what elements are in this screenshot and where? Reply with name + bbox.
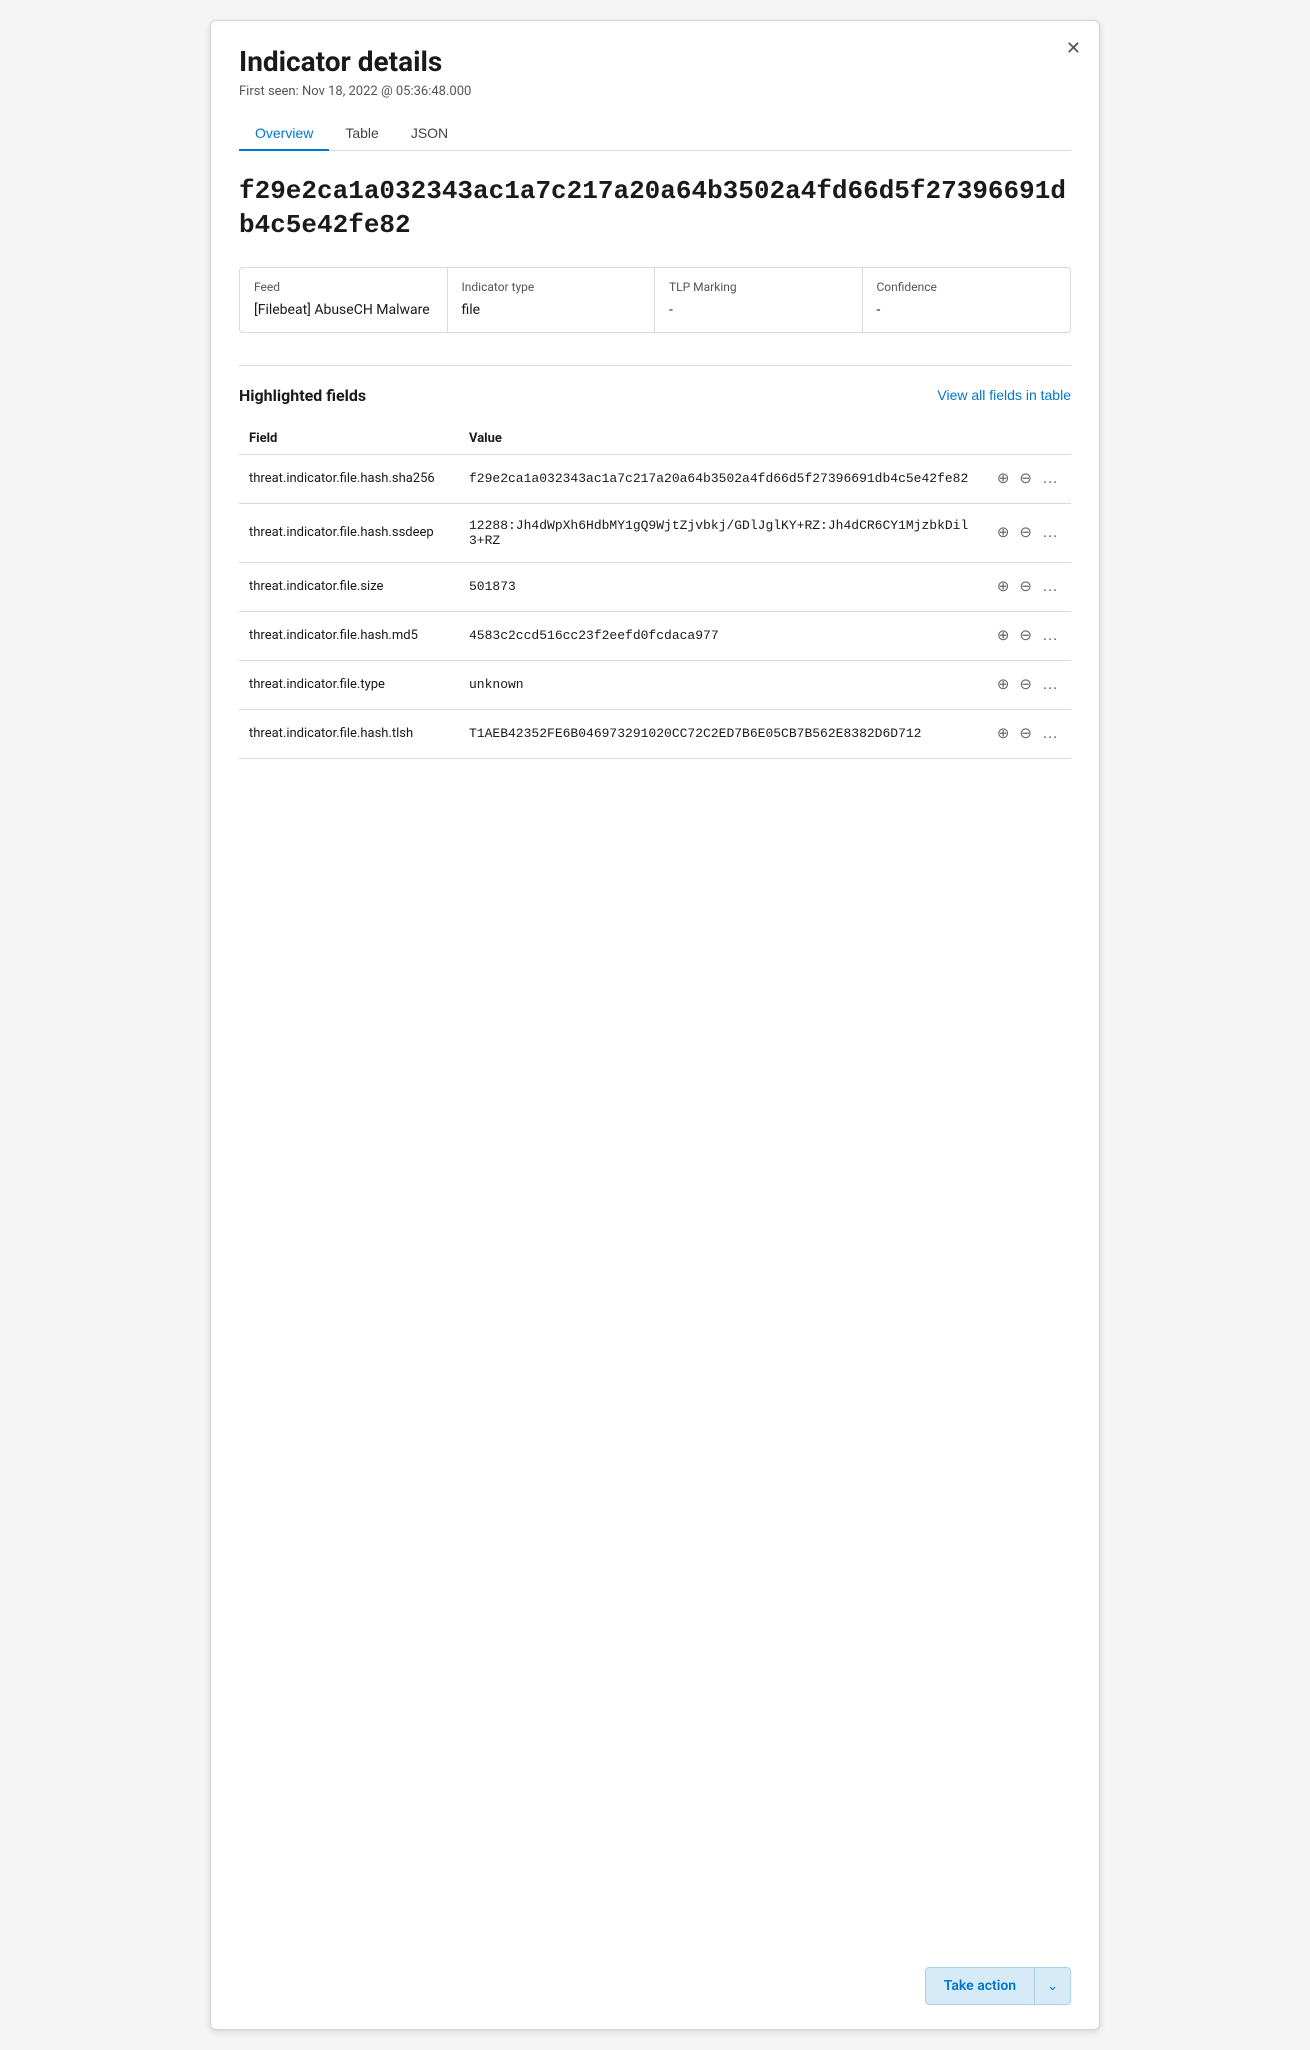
field-actions-cell: ⊕ ⊖ …​ [985,660,1071,709]
filter-out-icon[interactable]: ⊖ [1017,626,1034,645]
field-actions-cell: ⊕ ⊖ …​ [985,503,1071,562]
table-row: threat.indicator.file.size501873 ⊕ ⊖ …​ [239,562,1071,611]
field-value-cell: T1AEB42352FE6B046973291020CC72C2ED7B6E05… [459,709,985,758]
table-row: threat.indicator.file.hash.md54583c2ccd5… [239,611,1071,660]
info-cell-indicator-type: Indicator type file [448,268,656,332]
info-cell-feed: Feed [Filebeat] AbuseCH Malware [240,268,448,332]
take-action-button[interactable]: Take action ⌄ [925,1967,1071,2005]
tlp-value: - [669,302,848,318]
tab-overview[interactable]: Overview [239,117,329,151]
field-actions-cell: ⊕ ⊖ …​ [985,709,1071,758]
field-actions-cell: ⊕ ⊖ …​ [985,611,1071,660]
feed-value: [Filebeat] AbuseCH Malware [254,302,433,318]
fields-table: Field Value threat.indicator.file.hash.s… [239,423,1071,759]
field-name-cell: threat.indicator.file.hash.ssdeep [239,503,459,562]
indicator-details-panel: ✕ Indicator details First seen: Nov 18, … [210,20,1100,2030]
confidence-label: Confidence [877,280,1057,294]
more-options-icon[interactable]: …​ [1040,675,1061,695]
info-grid: Feed [Filebeat] AbuseCH Malware Indicato… [239,267,1071,333]
field-value-cell: 501873 [459,562,985,611]
filter-out-icon[interactable]: ⊖ [1017,675,1034,694]
col-header-field: Field [239,423,459,455]
confidence-value: - [877,302,1057,318]
action-icons-group: ⊕ ⊖ …​ [995,523,1061,543]
filter-out-icon[interactable]: ⊖ [1017,469,1034,488]
filter-for-icon[interactable]: ⊕ [995,469,1012,488]
action-icons-group: ⊕ ⊖ …​ [995,724,1061,744]
tlp-label: TLP Marking [669,280,848,294]
table-row: threat.indicator.file.hash.ssdeep12288:J… [239,503,1071,562]
indicator-type-value: file [462,302,641,318]
table-row: threat.indicator.file.hash.tlshT1AEB4235… [239,709,1071,758]
close-button[interactable]: ✕ [1062,35,1085,61]
more-options-icon[interactable]: …​ [1040,577,1061,597]
filter-out-icon[interactable]: ⊖ [1017,577,1034,596]
panel-title: Indicator details [239,45,1071,78]
field-value-cell: 12288:Jh4dWpXh6HdbMY1gQ9WjtZjvbkj/GDlJgl… [459,503,985,562]
more-options-icon[interactable]: …​ [1040,523,1061,543]
info-cell-tlp: TLP Marking - [655,268,863,332]
filter-out-icon[interactable]: ⊖ [1017,523,1034,542]
field-value-cell: f29e2ca1a032343ac1a7c217a20a64b3502a4fd6… [459,454,985,503]
field-name-cell: threat.indicator.file.hash.md5 [239,611,459,660]
action-icons-group: ⊕ ⊖ …​ [995,577,1061,597]
highlighted-header: Highlighted fields View all fields in ta… [239,386,1071,405]
filter-for-icon[interactable]: ⊕ [995,523,1012,542]
take-action-bar: Take action ⌄ [925,1967,1071,2005]
action-icons-group: ⊕ ⊖ …​ [995,469,1061,489]
field-actions-cell: ⊕ ⊖ …​ [985,454,1071,503]
highlighted-title: Highlighted fields [239,386,366,405]
feed-label: Feed [254,280,433,294]
more-options-icon[interactable]: …​ [1040,724,1061,744]
tab-json[interactable]: JSON [395,117,464,151]
col-header-actions [985,423,1071,455]
col-header-value: Value [459,423,985,455]
table-row: threat.indicator.file.hash.sha256f29e2ca… [239,454,1071,503]
filter-out-icon[interactable]: ⊖ [1017,724,1034,743]
section-divider [239,365,1071,366]
filter-for-icon[interactable]: ⊕ [995,724,1012,743]
field-name-cell: threat.indicator.file.size [239,562,459,611]
field-value-cell: unknown [459,660,985,709]
filter-for-icon[interactable]: ⊕ [995,626,1012,645]
info-cell-confidence: Confidence - [863,268,1071,332]
table-row: threat.indicator.file.typeunknown ⊕ ⊖ …​ [239,660,1071,709]
field-value-cell: 4583c2ccd516cc23f2eefd0fcdaca977 [459,611,985,660]
action-icons-group: ⊕ ⊖ …​ [995,626,1061,646]
more-options-icon[interactable]: …​ [1040,469,1061,489]
tab-table[interactable]: Table [329,117,394,151]
action-icons-group: ⊕ ⊖ …​ [995,675,1061,695]
field-actions-cell: ⊕ ⊖ …​ [985,562,1071,611]
field-name-cell: threat.indicator.file.hash.sha256 [239,454,459,503]
filter-for-icon[interactable]: ⊕ [995,577,1012,596]
view-all-fields-button[interactable]: View all fields in table [937,387,1071,403]
hash-value: f29e2ca1a032343ac1a7c217a20a64b3502a4fd6… [239,175,1071,243]
indicator-type-label: Indicator type [462,280,641,294]
filter-for-icon[interactable]: ⊕ [995,675,1012,694]
first-seen-label: First seen: Nov 18, 2022 @ 05:36:48.000 [239,84,1071,99]
tab-bar: Overview Table JSON [239,117,1071,151]
more-options-icon[interactable]: …​ [1040,626,1061,646]
chevron-down-icon: ⌄ [1035,1969,1070,2004]
take-action-label: Take action [926,1968,1035,2004]
field-name-cell: threat.indicator.file.type [239,660,459,709]
field-name-cell: threat.indicator.file.hash.tlsh [239,709,459,758]
